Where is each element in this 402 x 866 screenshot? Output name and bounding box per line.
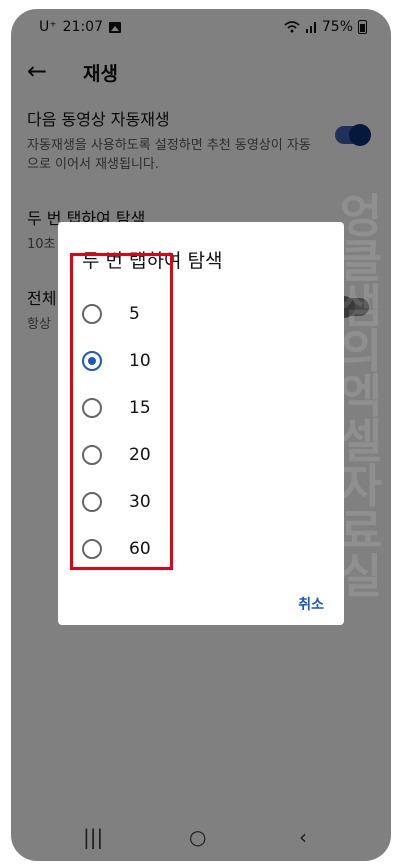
highlight-box [70, 253, 173, 570]
recents-icon[interactable]: ||| [83, 825, 103, 849]
home-icon[interactable]: ○ [189, 825, 206, 849]
navigation-bar: ||| ○ ‹ [11, 817, 391, 861]
double-tap-dialog: 두 번 탭하여 탐색 5 10 15 20 30 60 취소 [58, 222, 344, 625]
phone-screen: U⁺ 21:07 75% ← 재생 다음 동영상 자동재생 자동재생을 사용하도… [11, 9, 391, 861]
cancel-button[interactable]: 취소 [298, 594, 324, 614]
back-icon[interactable]: ‹ [299, 825, 307, 849]
